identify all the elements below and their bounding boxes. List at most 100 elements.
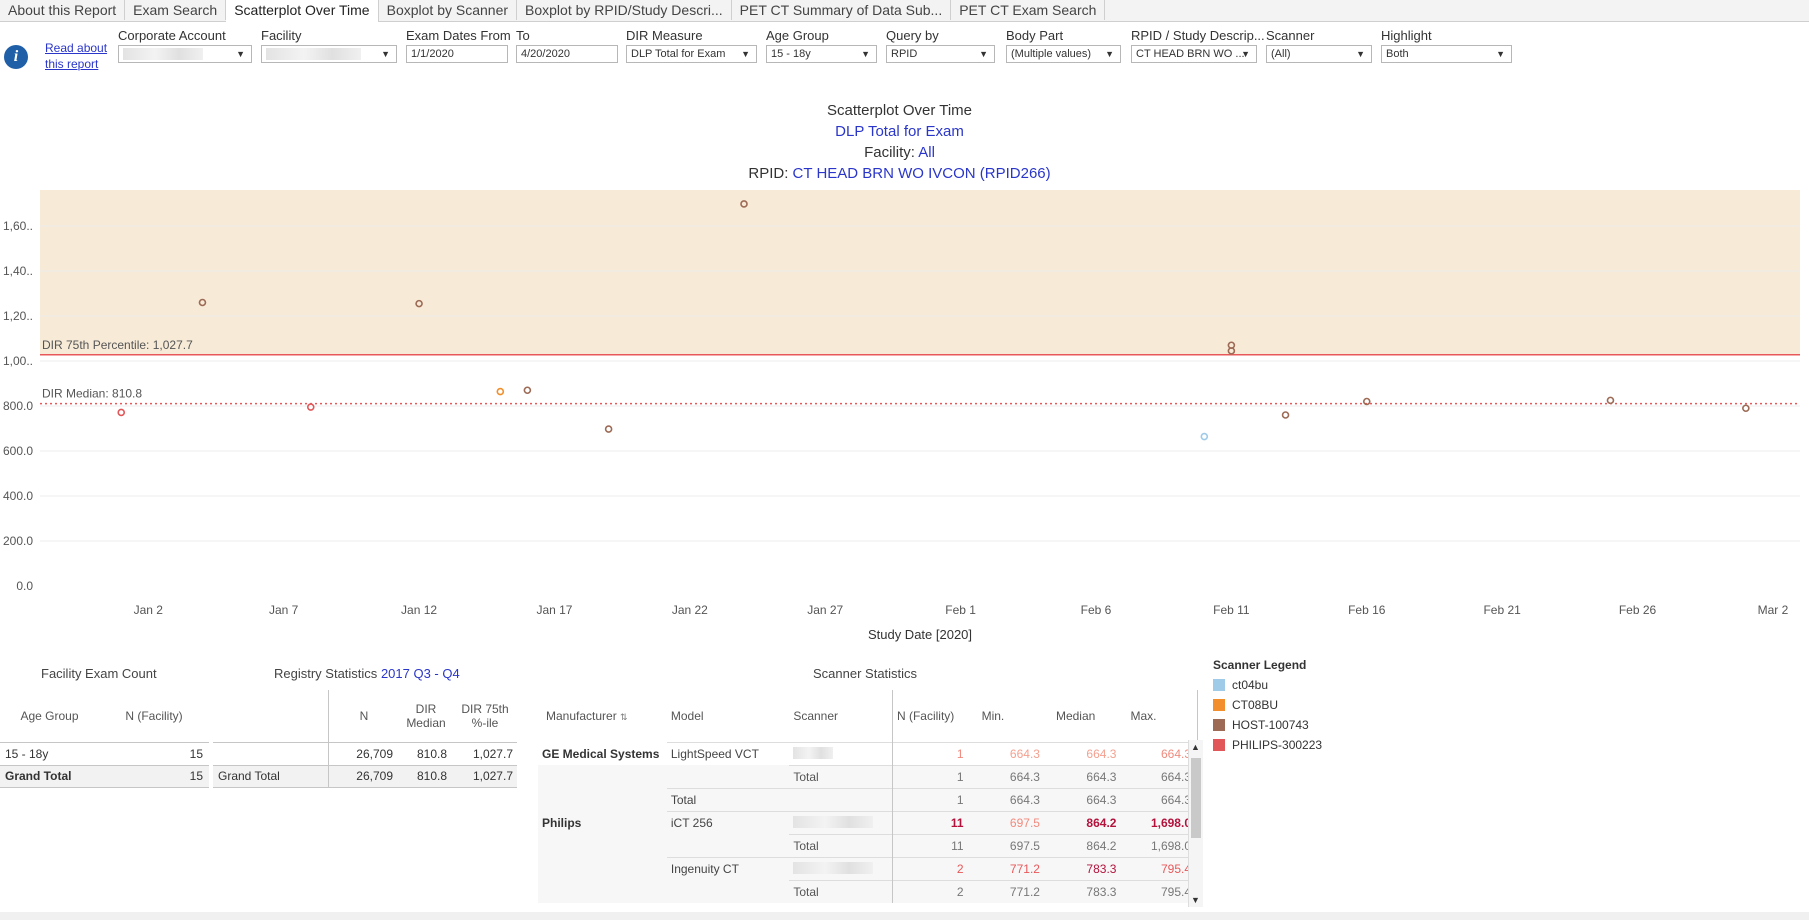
legend-swatch: [1213, 679, 1225, 691]
dropdown-value: Both: [1386, 48, 1409, 60]
filter-age-group: Age Group 15 - 18y ▼: [766, 28, 877, 63]
scanner-cell-scanner: [789, 787, 893, 811]
x-axis-title: Study Date [2020]: [868, 627, 972, 642]
tab-scatterplot[interactable]: Scatterplot Over Time: [226, 0, 379, 22]
scanner-cell-n: 2: [892, 856, 976, 880]
col-header: Max.: [1122, 690, 1198, 742]
filter-facility: Facility ▼: [261, 28, 397, 63]
legend-item[interactable]: HOST-100743: [1213, 715, 1322, 735]
scanner-cell-manufacturer: [538, 880, 667, 903]
dropdown-value: DLP Total for Exam: [631, 48, 726, 60]
x-tick-label: Feb 16: [1348, 603, 1386, 617]
scanner-cell-scanner: [789, 741, 893, 765]
scanner-statistics-table: Manufacturer ⇅ Model Scanner N (Facility…: [538, 690, 1198, 903]
scanner-cell-median: 664.3: [1045, 787, 1123, 811]
scanner-cell-scanner: [789, 856, 893, 880]
scanner-table-row: Total 1 664.3 664.3 664.3: [538, 787, 1198, 811]
rpid-study-description-dropdown[interactable]: CT HEAD BRN WO ... ▼: [1131, 45, 1257, 63]
tab-pet-ct-summary[interactable]: PET CT Summary of Data Sub...: [732, 0, 952, 20]
scroll-down-icon[interactable]: ▼: [1191, 895, 1200, 905]
scanner-cell-scanner: Total: [789, 833, 893, 857]
tab-exam-search[interactable]: Exam Search: [125, 0, 227, 20]
scanner-cell-max: 795.4: [1122, 879, 1198, 903]
scanner-table-row: GE Medical Systems LightSpeed VCT 1 664.3 66…: [538, 741, 1198, 765]
age-group-dropdown[interactable]: 15 - 18y ▼: [766, 45, 877, 63]
highlight-dropdown[interactable]: Both ▼: [1381, 45, 1512, 63]
scanner-statistics-panel: Manufacturer ⇅ Model Scanner N (Facility…: [538, 690, 1198, 908]
scanner-cell-median: 783.3: [1045, 879, 1123, 903]
col-header-manufacturer[interactable]: Manufacturer ⇅: [538, 690, 667, 742]
filter-query-by: Query by RPID ▼: [886, 28, 995, 63]
col-header: N (Facility): [896, 708, 955, 723]
exam-dates-to-input[interactable]: 4/20/2020: [516, 45, 618, 63]
registry-statistics-table: N DIR Median DIR 75th %-ile 26,709 810.8…: [213, 690, 517, 788]
filter-body-part: Body Part (Multiple values) ▼: [1006, 28, 1121, 63]
filter-label: To: [516, 28, 530, 43]
tab-boxplot-rpid[interactable]: Boxplot by RPID/Study Descri...: [517, 0, 732, 20]
chart-titles: Scatterplot Over Time DLP Total for Exam…: [0, 100, 1799, 184]
legend-item[interactable]: PHILIPS-300223: [1213, 735, 1322, 755]
scanner-cell-min: 771.2: [975, 879, 1046, 903]
x-tick-label: Feb 21: [1483, 603, 1521, 617]
sort-icon[interactable]: ⇅: [620, 712, 628, 722]
rpid-label: RPID:: [748, 165, 789, 182]
bottom-bar: [0, 912, 1809, 920]
registry-median: 810.8: [416, 746, 447, 761]
scanner-cell-min: 664.3: [975, 741, 1046, 765]
dropdown-value: 15 - 18y: [771, 48, 811, 60]
tab-boxplot-scanner[interactable]: Boxplot by Scanner: [379, 0, 518, 20]
chevron-down-icon: ▼: [381, 49, 390, 59]
legend-item[interactable]: CT08BU: [1213, 695, 1322, 715]
filter-label: RPID / Study Descrip...: [1131, 28, 1265, 43]
col-header: N (Facility): [125, 708, 183, 723]
chart-title: Scatterplot Over Time: [826, 102, 973, 119]
legend-title: Scanner Legend: [1213, 658, 1307, 672]
chevron-down-icon: ▼: [741, 49, 750, 59]
scroll-up-icon[interactable]: ▲: [1191, 742, 1200, 752]
scanner-cell-model: [667, 765, 789, 788]
facility-exam-count-table: Age Group N (Facility) 15 - 18y 15 Grand…: [0, 690, 209, 788]
facility-label: Facility:: [864, 144, 915, 161]
read-about-report-link[interactable]: Read about this report: [45, 40, 119, 72]
legend-label: ct04bu: [1232, 678, 1269, 692]
tab-pet-ct-exam-search[interactable]: PET CT Exam Search: [951, 0, 1106, 20]
legend-swatch: [1213, 739, 1225, 751]
scanner-cell-median: 664.3: [1045, 764, 1123, 788]
scanner-table-row: Total 11 697.5 864.2 1,698.0: [538, 833, 1198, 857]
age-group-cell: 15 - 18y: [5, 746, 49, 761]
data-point: [523, 386, 532, 395]
info-icon[interactable]: i: [4, 45, 28, 69]
filter-dir-measure: DIR Measure DLP Total for Exam ▼: [626, 28, 757, 63]
scrollbar-thumb[interactable]: [1191, 758, 1201, 838]
registry-statistics-label: Registry Statistics: [274, 666, 378, 681]
scanner-cell-n: 11: [892, 810, 976, 834]
scanner-cell-max: 664.3: [1122, 741, 1198, 765]
chevron-down-icon: ▼: [1496, 49, 1505, 59]
registry-75th: 1,027.7: [472, 746, 513, 761]
body-part-dropdown[interactable]: (Multiple values) ▼: [1006, 45, 1121, 63]
scanner-cell-manufacturer: Philips: [542, 815, 582, 830]
dir-measure-dropdown[interactable]: DLP Total for Exam ▼: [626, 45, 757, 63]
data-point: [306, 403, 315, 411]
filter-exam-dates-from: Exam Dates From 1/1/2020: [406, 28, 511, 63]
facility-exam-count-title: Facility Exam Count: [41, 666, 157, 681]
query-by-dropdown[interactable]: RPID ▼: [886, 45, 995, 63]
scanner-cell-median: 864.2: [1045, 833, 1123, 857]
scanner-dropdown[interactable]: (All) ▼: [1266, 45, 1372, 63]
facility-dropdown[interactable]: ▼: [261, 45, 397, 63]
y-tick-label: 200.0: [3, 534, 33, 548]
col-header-label: Manufacturer: [546, 709, 617, 723]
scanner-table-scrollbar[interactable]: ▲ ▼: [1188, 740, 1203, 907]
chevron-down-icon: ▼: [1356, 49, 1365, 59]
scanner-cell-min: 697.5: [975, 810, 1046, 834]
x-tick-label: Jan 2: [134, 603, 164, 617]
scanner-cell-model: Ingenuity CT: [666, 856, 790, 880]
data-point: [1281, 411, 1290, 419]
scanner-cell-min: 664.3: [975, 764, 1046, 788]
filter-label: Query by: [886, 28, 939, 43]
exam-dates-from-input[interactable]: 1/1/2020: [406, 45, 508, 63]
tab-about[interactable]: About this Report: [0, 0, 126, 20]
legend-label: PHILIPS-300223: [1232, 738, 1323, 752]
corporate-account-dropdown[interactable]: ▼: [118, 45, 252, 63]
legend-item[interactable]: ct04bu: [1213, 675, 1322, 695]
